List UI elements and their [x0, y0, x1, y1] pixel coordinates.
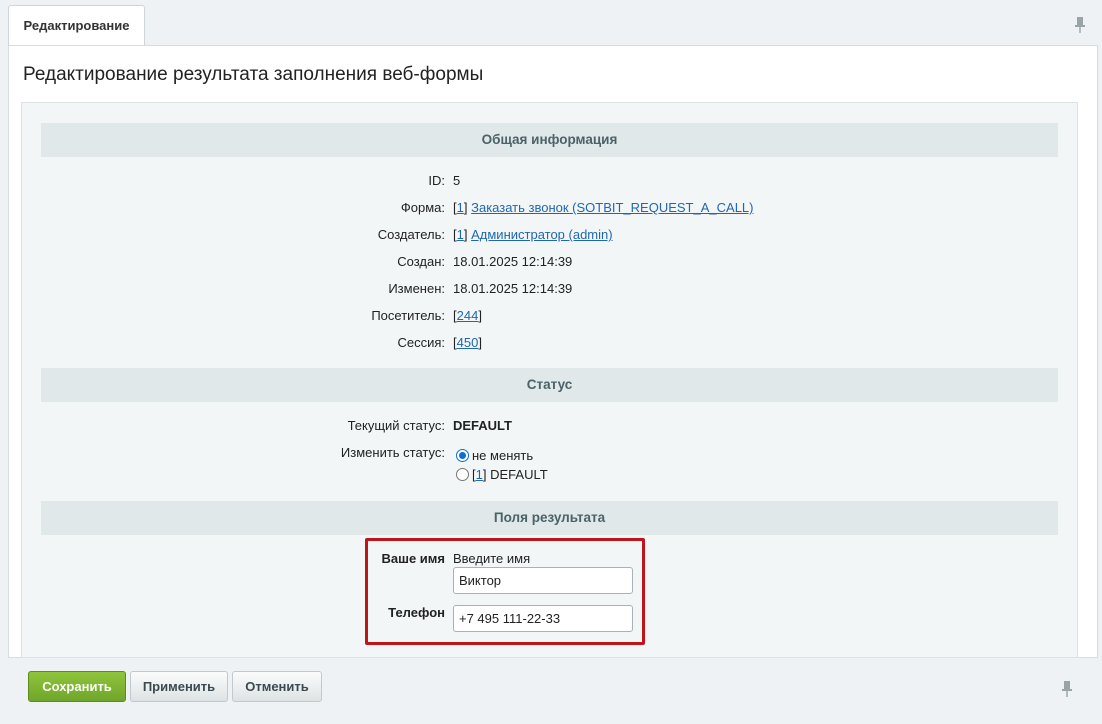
row-current-status: Текущий статус: DEFAULT: [22, 418, 1079, 438]
creator-name-link[interactable]: Администратор (admin): [471, 227, 612, 242]
visitor-label: Посетитель:: [371, 308, 445, 323]
radio-checked-icon[interactable]: [456, 449, 469, 462]
page-title: Редактирование результата заполнения веб…: [23, 64, 484, 85]
name-input[interactable]: [453, 567, 633, 594]
row-session: Сессия: [450]: [22, 335, 1079, 355]
modified-label: Изменен:: [388, 281, 445, 296]
row-id: ID: 5: [22, 173, 1079, 193]
phone-input[interactable]: [453, 605, 633, 632]
section-header-fields: Поля результата: [41, 501, 1058, 535]
session-link[interactable]: 450: [457, 335, 479, 350]
status-option-keep-label: не менять: [472, 448, 534, 463]
id-value: 5: [453, 173, 461, 188]
status-default-link[interactable]: 1: [476, 467, 483, 482]
tab-bar: Редактирование: [0, 0, 1102, 47]
pin-icon[interactable]: [1073, 16, 1087, 34]
bracket: ]: [478, 308, 482, 323]
name-label: Ваше имя: [381, 551, 446, 566]
creator-label: Создатель:: [377, 227, 445, 242]
row-creator: Создатель: [1] Администратор (admin): [22, 227, 1079, 247]
created-label: Создан:: [397, 254, 445, 269]
creator-id-link[interactable]: 1: [457, 227, 464, 242]
bracket: ]: [482, 467, 487, 482]
change-status-label: Изменить статус:: [340, 445, 445, 460]
apply-button[interactable]: Применить: [130, 671, 228, 702]
form-label: Форма:: [400, 200, 445, 215]
row-visitor: Посетитель: [244]: [22, 308, 1079, 328]
form-id-link[interactable]: 1: [457, 200, 464, 215]
session-value: [450]: [453, 335, 482, 350]
pin-icon[interactable]: [1060, 680, 1074, 698]
visitor-value: [244]: [453, 308, 482, 323]
created-value: 18.01.2025 12:14:39: [453, 254, 573, 269]
form-value: [1] Заказать звонок (SOTBIT_REQUEST_A_CA…: [453, 200, 753, 215]
id-label: ID:: [428, 173, 445, 188]
status-default-name: DEFAULT: [490, 467, 548, 482]
tab-edit[interactable]: Редактирование: [8, 5, 145, 45]
status-option-default[interactable]: [1] DEFAULT: [456, 467, 548, 482]
phone-label: Телефон: [388, 605, 445, 620]
section-header-status: Статус: [41, 368, 1058, 402]
visitor-link[interactable]: 244: [457, 308, 479, 323]
session-label: Сессия:: [397, 335, 445, 350]
row-change-status: Изменить статус:: [22, 445, 1079, 465]
row-modified: Изменен: 18.01.2025 12:14:39: [22, 281, 1079, 301]
edit-panel: Редактирование результата заполнения веб…: [8, 45, 1098, 658]
creator-value: [1] Администратор (admin): [453, 227, 613, 242]
form-container: Общая информация ID: 5 Форма: [1] Заказа…: [21, 102, 1078, 658]
row-created: Создан: 18.01.2025 12:14:39: [22, 254, 1079, 274]
section-header-general: Общая информация: [41, 123, 1058, 157]
bracket: ]: [463, 227, 468, 242]
modified-value: 18.01.2025 12:14:39: [453, 281, 573, 296]
status-option-keep[interactable]: не менять: [456, 448, 533, 463]
bracket: ]: [478, 335, 482, 350]
row-form: Форма: [1] Заказать звонок (SOTBIT_REQUE…: [22, 200, 1079, 220]
save-button[interactable]: Сохранить: [28, 671, 126, 702]
bracket: ]: [463, 200, 468, 215]
current-status-label: Текущий статус:: [347, 418, 445, 433]
form-name-link[interactable]: Заказать звонок (SOTBIT_REQUEST_A_CALL): [471, 200, 753, 215]
name-hint: Введите имя: [453, 551, 531, 566]
cancel-button[interactable]: Отменить: [232, 671, 322, 702]
current-status-value: DEFAULT: [453, 418, 512, 433]
radio-unchecked-icon[interactable]: [456, 468, 469, 481]
